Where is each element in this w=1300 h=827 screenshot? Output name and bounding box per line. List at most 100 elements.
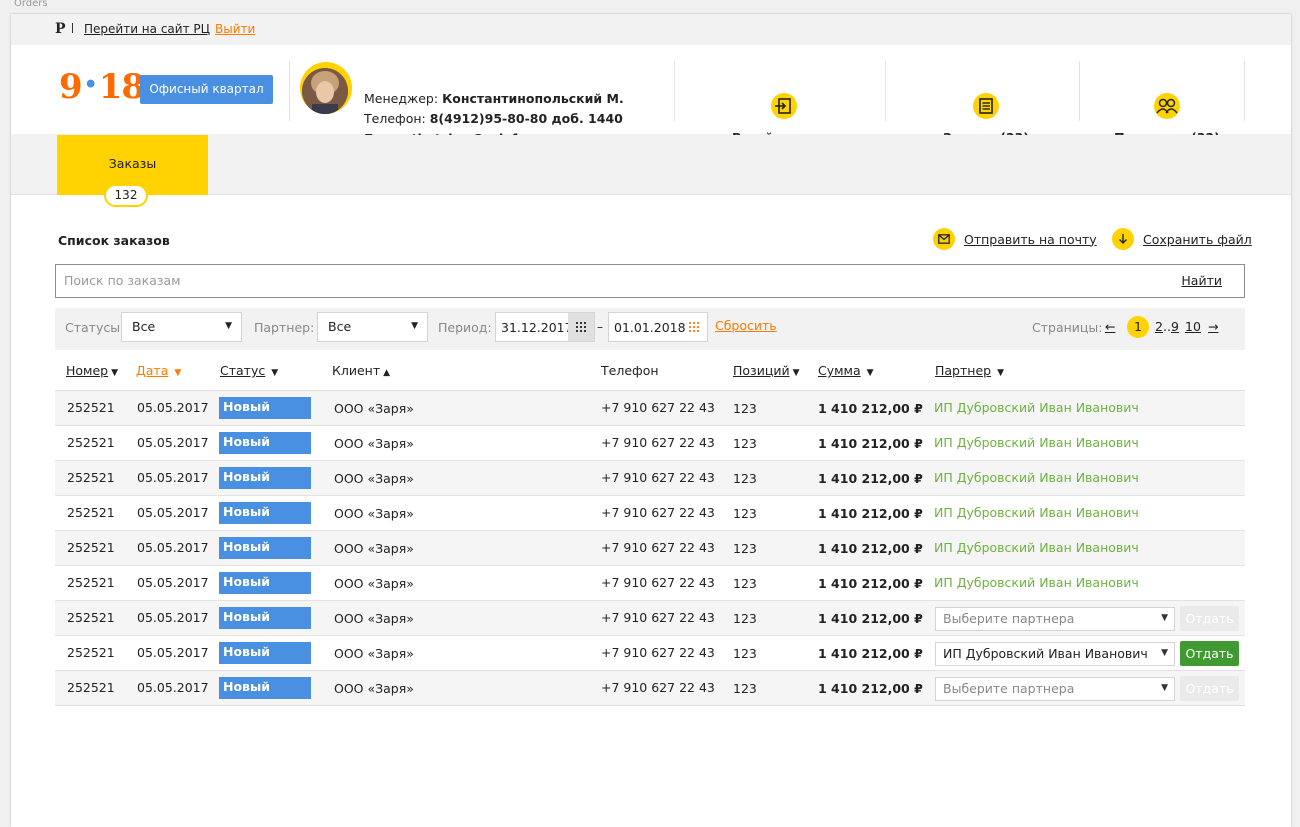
positions-count: 123 [733, 646, 757, 661]
col-client[interactable]: Клиент ▲ [332, 363, 390, 378]
page-2-link[interactable]: 2 [1155, 319, 1163, 334]
partner-select-value: Выберите партнера [943, 681, 1075, 696]
col-date[interactable]: Дата ▼ [136, 363, 181, 378]
give-button[interactable]: Отдать [1180, 676, 1239, 701]
order-sum: 1 410 212,00 ₽ [818, 681, 923, 696]
status-filter-value: Все [132, 319, 156, 334]
partner-name[interactable]: ИП Дубровский Иван Иванович [934, 470, 1139, 485]
status-filter-select[interactable]: Все ▼ [121, 312, 242, 342]
client-phone: +7 910 627 22 43 [601, 575, 715, 590]
partner-select[interactable]: Выберите партнера ▼ [935, 677, 1175, 701]
avatar[interactable] [300, 62, 352, 114]
col-status[interactable]: Статус ▼ [220, 363, 278, 378]
table-row[interactable]: 252521 05.05.2017 Новый ООО «Заря» +7 91… [55, 531, 1245, 566]
status-badge: Новый [219, 642, 311, 664]
status-badge: Новый [219, 607, 311, 629]
partner-filter-select[interactable]: Все ▼ [317, 312, 428, 342]
col-phone: Телефон [601, 363, 659, 378]
col-partner[interactable]: Партнер ▼ [935, 363, 1004, 378]
sort-down-icon: ▼ [111, 368, 119, 378]
send-mail-label: Отправить на почту [964, 231, 1097, 247]
table-row[interactable]: 252521 05.05.2017 Новый ООО «Заря» +7 91… [55, 636, 1245, 671]
col-client-label: Клиент [332, 363, 381, 378]
status-badge: Новый [219, 467, 311, 489]
goto-site-link[interactable]: Перейти на сайт РЦ [84, 22, 210, 36]
search-input[interactable] [64, 273, 1064, 288]
col-status-label: Статус [220, 363, 266, 378]
date-from-value: 31.12.2017 [501, 320, 573, 335]
partner-select-value: ИП Дубровский Иван Иванович [943, 646, 1148, 661]
client-phone: +7 910 627 22 43 [601, 505, 715, 520]
pages-label: Страницы: [1032, 320, 1103, 335]
brand-logo[interactable]: 9•18 [59, 67, 145, 107]
header: 9•18 Офисный квартал Менеджер: Константи… [11, 45, 1291, 146]
search-button[interactable]: Найти [1181, 273, 1222, 288]
order-sum: 1 410 212,00 ₽ [818, 576, 923, 591]
table-row[interactable]: 252521 05.05.2017 Новый ООО «Заря» +7 91… [55, 426, 1245, 461]
partner-name[interactable]: ИП Дубровский Иван Иванович [934, 400, 1139, 415]
col-number[interactable]: Номер ▼ [66, 363, 118, 378]
table-row[interactable]: 252521 05.05.2017 Новый ООО «Заря» +7 91… [55, 601, 1245, 636]
partner-name[interactable]: ИП Дубровский Иван Иванович [934, 575, 1139, 590]
col-positions[interactable]: Позиций ▼ [733, 363, 800, 378]
date-from-input[interactable]: 31.12.2017 [495, 312, 595, 342]
client-name: ООО «Заря» [334, 506, 414, 521]
send-mail-button[interactable]: Отправить на почту [933, 228, 1097, 250]
save-file-button[interactable]: Сохранить файл [1112, 228, 1252, 250]
sort-down-icon: ▼ [271, 368, 279, 378]
page-10-link[interactable]: 10 [1185, 319, 1201, 334]
office-button[interactable]: Офисный квартал [140, 75, 273, 104]
client-name: ООО «Заря» [334, 471, 414, 486]
partner-name[interactable]: ИП Дубровский Иван Иванович [934, 540, 1139, 555]
order-number: 252521 [67, 435, 115, 450]
date-to-input[interactable]: 01.01.2018 [608, 312, 708, 342]
prev-page-arrow-icon[interactable]: ← [1105, 319, 1115, 334]
order-number: 252521 [67, 400, 115, 415]
table-row[interactable]: 252521 05.05.2017 Новый ООО «Заря» +7 91… [55, 461, 1245, 496]
table-row[interactable]: 252521 05.05.2017 Новый ООО «Заря» +7 91… [55, 391, 1245, 426]
partner-select-value: Выберите партнера [943, 611, 1075, 626]
order-date: 05.05.2017 [137, 505, 209, 520]
col-number-label: Номер [66, 363, 109, 378]
table-row[interactable]: 252521 05.05.2017 Новый ООО «Заря» +7 91… [55, 671, 1245, 706]
order-date: 05.05.2017 [137, 435, 209, 450]
order-number: 252521 [67, 470, 115, 485]
manager-label: Менеджер: [364, 91, 439, 106]
client-phone: +7 910 627 22 43 [601, 645, 715, 660]
table-row[interactable]: 252521 05.05.2017 Новый ООО «Заря» +7 91… [55, 566, 1245, 601]
order-date: 05.05.2017 [137, 680, 209, 695]
calendar-icon[interactable] [568, 313, 594, 341]
partner-name[interactable]: ИП Дубровский Иван Иванович [934, 505, 1139, 520]
give-button[interactable]: Отдать [1180, 606, 1239, 631]
period-label: Период: [438, 320, 492, 335]
next-page-arrow-icon[interactable]: → [1208, 319, 1218, 334]
logo-right: 18 [98, 67, 145, 107]
partner-select[interactable]: ИП Дубровский Иван Иванович ▼ [935, 642, 1175, 666]
divider [885, 61, 886, 121]
table-row[interactable]: 252521 05.05.2017 Новый ООО «Заря» +7 91… [55, 496, 1245, 531]
partner-select[interactable]: Выберите партнера ▼ [935, 607, 1175, 631]
reset-filters-link[interactable]: Сбросить [715, 318, 777, 333]
status-badge: Новый [219, 502, 311, 524]
chevron-down-icon: ▼ [1161, 683, 1168, 693]
order-number: 252521 [67, 645, 115, 660]
positions-count: 123 [733, 471, 757, 486]
client-name: ООО «Заря» [334, 611, 414, 626]
order-sum: 1 410 212,00 ₽ [818, 506, 923, 521]
positions-count: 123 [733, 401, 757, 416]
partner-name[interactable]: ИП Дубровский Иван Иванович [934, 435, 1139, 450]
page-9-link[interactable]: 9 [1171, 319, 1179, 334]
logout-link[interactable]: Выйти [215, 22, 255, 36]
positions-count: 123 [733, 506, 757, 521]
calendar-icon[interactable] [681, 313, 707, 341]
divider [1079, 61, 1080, 121]
order-date: 05.05.2017 [137, 470, 209, 485]
current-page[interactable]: 1 [1127, 316, 1149, 338]
give-button[interactable]: Отдать [1180, 641, 1239, 666]
col-sum[interactable]: Сумма ▼ [818, 363, 874, 378]
client-name: ООО «Заря» [334, 681, 414, 696]
chevron-down-icon: ▼ [1161, 648, 1168, 658]
client-phone: +7 910 627 22 43 [601, 435, 715, 450]
positions-count: 123 [733, 611, 757, 626]
filter-bar: Статусы: Все ▼ Партнер: Все ▼ Период: 31… [55, 308, 1245, 350]
